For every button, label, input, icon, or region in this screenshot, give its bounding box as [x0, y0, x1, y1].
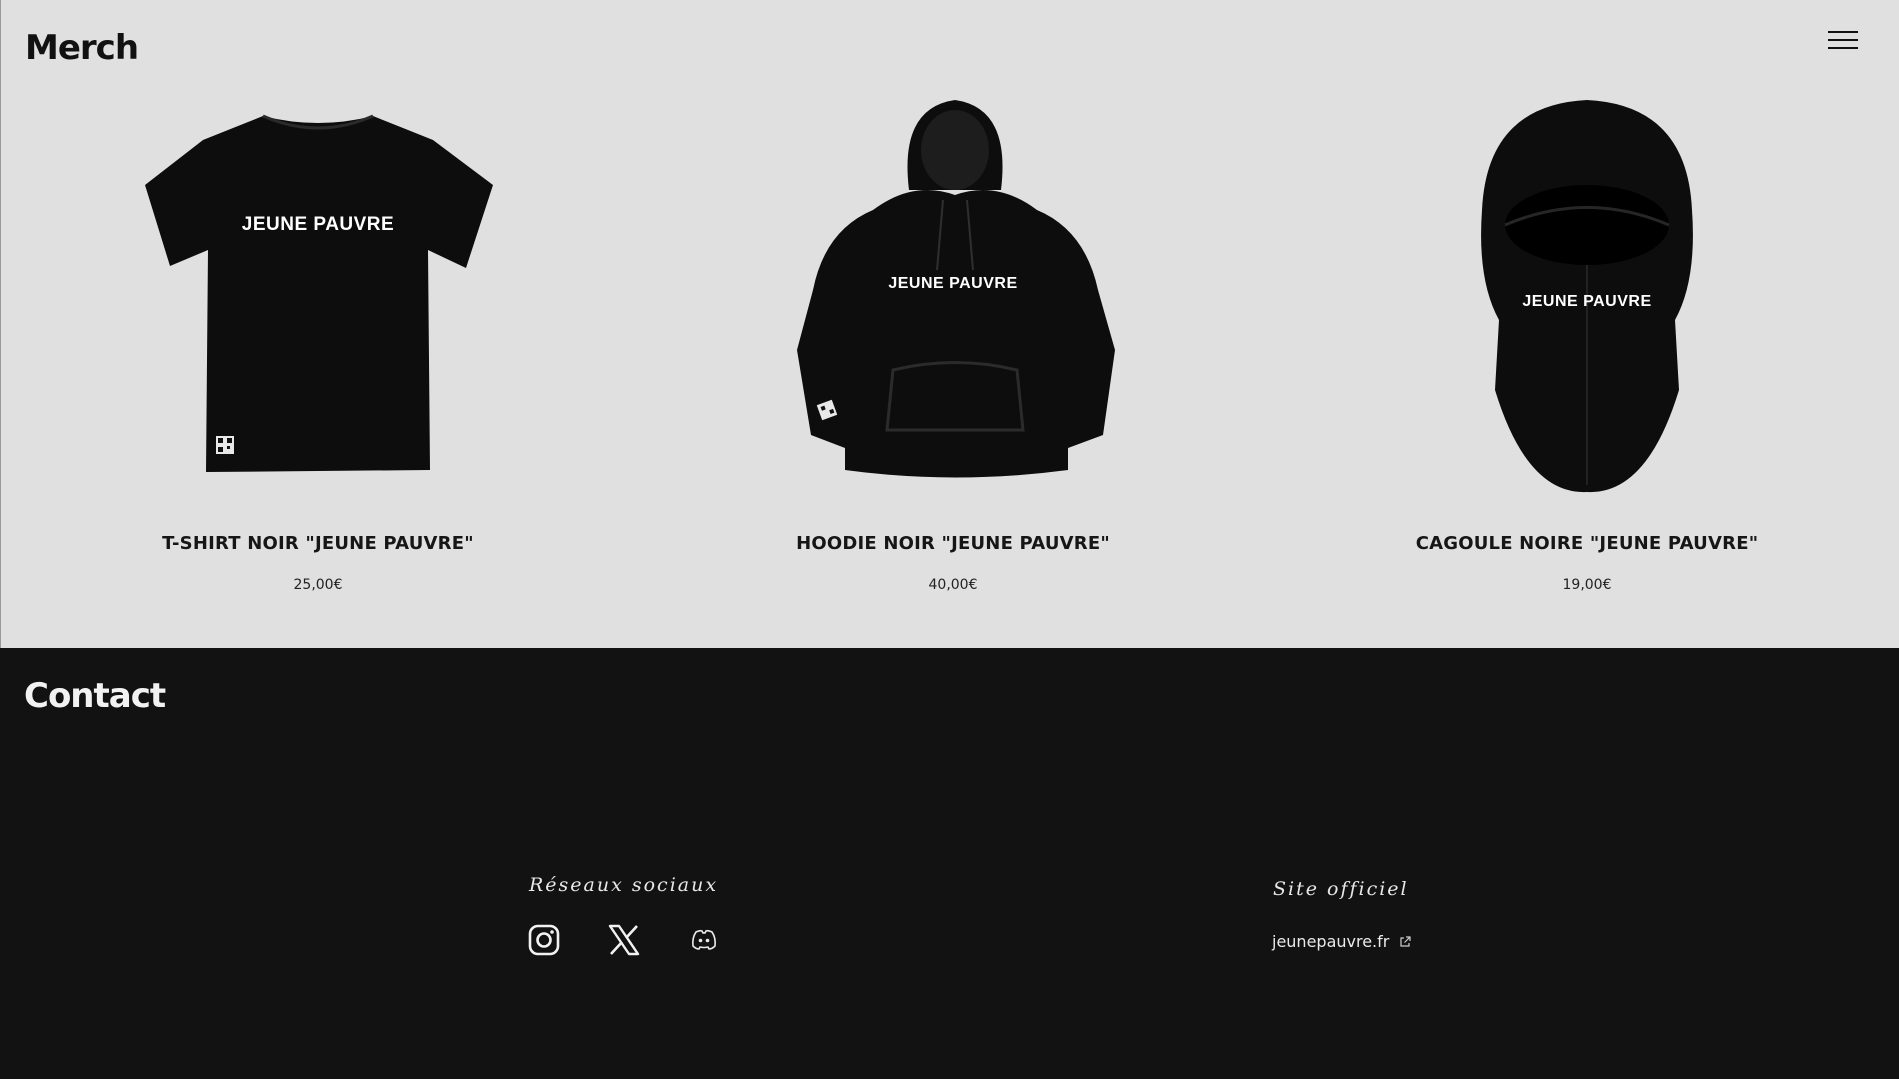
product-price: 19,00€ — [1562, 577, 1612, 593]
contact-title: Contact — [24, 676, 166, 716]
product-price: 25,00€ — [293, 577, 343, 593]
merch-section: Merch JEUNE PAUVRE T-SHIRT NOIR "JEUNE P… — [0, 0, 1899, 648]
external-link-icon — [1400, 935, 1411, 947]
socials-label: Réseaux sociaux — [529, 874, 719, 896]
product-card-hoodie[interactable]: JEUNE PAUVRE HOODIE NOIR "JEUNE PAUVRE" … — [723, 100, 1183, 600]
official-site-link[interactable]: jeunepauvre.fr — [1272, 932, 1411, 951]
product-price: 40,00€ — [928, 577, 978, 593]
product-name[interactable]: HOODIE NOIR "JEUNE PAUVRE" — [723, 533, 1183, 554]
merch-title: Merch — [25, 28, 139, 68]
discord-icon[interactable] — [690, 928, 718, 957]
balaclava-image[interactable]: JEUNE PAUVRE — [1357, 100, 1817, 500]
product-name[interactable]: CAGOULE NOIRE "JEUNE PAUVRE" — [1357, 533, 1817, 554]
tshirt-print-text: JEUNE PAUVRE — [241, 214, 395, 235]
hamburger-menu-icon[interactable] — [1826, 28, 1860, 52]
product-card-tshirt[interactable]: JEUNE PAUVRE T-SHIRT NOIR "JEUNE PAUVRE"… — [88, 100, 548, 600]
product-card-balaclava[interactable]: JEUNE PAUVRE CAGOULE NOIRE "JEUNE PAUVRE… — [1357, 100, 1817, 600]
product-name[interactable]: T-SHIRT NOIR "JEUNE PAUVRE" — [88, 533, 548, 554]
site-label: Site officiel — [1273, 878, 1409, 900]
contact-section: Contact Réseaux sociaux Site officiel je… — [0, 648, 1899, 1079]
hoodie-image[interactable]: JEUNE PAUVRE — [723, 100, 1183, 500]
site-link-text[interactable]: jeunepauvre.fr — [1272, 932, 1389, 951]
hoodie-print-text: JEUNE PAUVRE — [888, 275, 1018, 292]
instagram-icon[interactable] — [527, 923, 561, 962]
x-twitter-icon[interactable] — [607, 923, 641, 962]
balaclava-print-text: JEUNE PAUVRE — [1522, 293, 1652, 310]
tshirt-image[interactable]: JEUNE PAUVRE — [88, 100, 548, 500]
